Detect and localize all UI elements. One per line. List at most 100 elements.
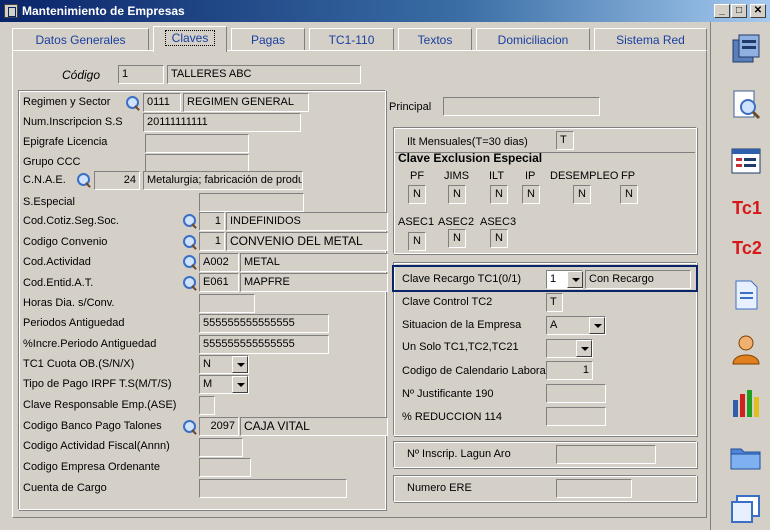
cod-entid-code-field[interactable]: E061 (199, 273, 239, 292)
num-inscripcion-field[interactable]: 20111111111 (143, 113, 301, 132)
tab-textos[interactable]: Textos (398, 28, 472, 51)
document-search-icon[interactable] (729, 88, 763, 122)
tipo-pago-irpf-dropdown-button[interactable] (232, 376, 248, 393)
numero-ere-field[interactable] (556, 479, 632, 498)
asec1-field[interactable]: N (408, 232, 426, 251)
clave-responsable-field[interactable] (199, 396, 215, 415)
cod-entid-desc-field: MAPFRE (240, 273, 388, 292)
asec1-label: ASEC1 (398, 216, 435, 228)
ilt-label: ILT (489, 170, 505, 182)
server-icon[interactable] (729, 32, 763, 66)
codigo-convenio-code-field[interactable]: 1 (199, 232, 225, 251)
clave-responsable-label: Clave Responsable Emp.(ASE) (23, 399, 177, 411)
close-button[interactable]: ✕ (750, 4, 766, 18)
codigo-calendario-label: Codigo de Calendario Laboral (402, 365, 549, 377)
numero-ere-label: Numero ERE (407, 482, 472, 494)
codigo-banco-code-field[interactable]: 2097 (199, 417, 239, 436)
tab-tc1-110[interactable]: TC1-110 (309, 28, 394, 51)
window-title: Mantenimiento de Empresas (22, 4, 185, 18)
clave-control-tc2-label: Clave Control TC2 (402, 296, 493, 308)
regimen-label: Regimen y Sector (23, 96, 111, 108)
s-especial-field[interactable] (199, 193, 304, 212)
cuenta-cargo-field[interactable] (199, 479, 347, 498)
codigo-calendario-field[interactable]: 1 (546, 361, 593, 380)
ilt-mensuales-label: Ilt Mensuales(T=30 dias) (407, 136, 528, 148)
ip-label: IP (525, 170, 536, 182)
ilt-mensuales-field[interactable]: T (556, 131, 574, 150)
ilt-field[interactable]: N (490, 185, 508, 204)
epigrafe-field[interactable] (145, 134, 249, 153)
n-inscrip-lagun-label: Nº Inscrip. Lagun Aro (407, 448, 511, 460)
tipo-pago-irpf-label: Tipo de Pago IRPF T.S(M/T/S) (23, 378, 172, 390)
codigo-field[interactable]: 1 (118, 65, 164, 84)
codigo-act-fiscal-field[interactable] (199, 438, 243, 457)
un-solo-label: Un Solo TC1,TC2,TC21 (402, 341, 519, 353)
desempleo-field[interactable]: N (573, 185, 591, 204)
clave-recargo-dropdown-button[interactable] (567, 271, 583, 288)
cod-cotiz-code-field[interactable]: 1 (199, 212, 225, 231)
cod-actividad-code-field[interactable]: A002 (199, 253, 239, 272)
horas-dia-label: Horas Dia. s/Conv. (23, 297, 115, 309)
side-toolbar: Tc1 Tc2 (710, 22, 770, 530)
tab-bar: Datos Generales Claves Pagas TC1-110 Tex… (12, 26, 707, 52)
principal-field[interactable] (443, 97, 600, 116)
tab-sistema-red[interactable]: Sistema Red (594, 28, 707, 51)
clave-control-tc2-field[interactable]: T (546, 293, 563, 312)
tab-claves[interactable]: Claves (153, 26, 227, 52)
asec3-label: ASEC3 (480, 216, 517, 228)
cod-cotiz-search-icon[interactable] (182, 213, 198, 229)
codigo-convenio-search-icon[interactable] (182, 234, 198, 250)
situacion-dropdown-button[interactable] (589, 317, 605, 334)
tab-domiciliacion[interactable]: Domiciliacion (476, 28, 590, 51)
tab-datos-generales[interactable]: Datos Generales (12, 28, 149, 51)
minimize-button[interactable]: _ (714, 4, 730, 18)
cnae-search-icon[interactable] (76, 172, 92, 188)
n-justificante-field[interactable] (546, 384, 606, 403)
maximize-button[interactable]: □ (731, 4, 747, 18)
user-icon[interactable] (729, 332, 763, 366)
s-especial-label: S.Especial (23, 196, 75, 208)
tc1-button[interactable]: Tc1 (725, 198, 769, 219)
n-inscrip-lagun-field[interactable] (556, 445, 656, 464)
document-icon[interactable] (729, 278, 763, 312)
clave-recargo-label: Clave Recargo TC1(0/1) (402, 273, 522, 285)
cnae-label: C.N.A.E. (23, 174, 66, 186)
ip-field[interactable]: N (522, 185, 540, 204)
cod-entid-label: Cod.Entid.A.T. (23, 277, 94, 289)
codigo-convenio-label: Codigo Convenio (23, 236, 108, 248)
principal-label: Principal (389, 101, 432, 113)
codigo-banco-search-icon[interactable] (182, 419, 198, 435)
regimen-code-field[interactable]: 0111 (143, 93, 181, 112)
fp-label: FP (621, 170, 636, 182)
num-inscripcion-label: Num.Inscripcion S.S (23, 116, 123, 128)
window-icon[interactable] (729, 492, 763, 526)
asec2-label: ASEC2 (438, 216, 475, 228)
codigo-convenio-desc-field: CONVENIO DEL METAL (226, 232, 388, 251)
fp-field[interactable]: N (620, 185, 638, 204)
asec2-field[interactable]: N (448, 229, 466, 248)
bar-chart-icon[interactable] (729, 386, 763, 420)
regimen-search-icon[interactable] (125, 95, 141, 111)
periodos-antiguedad-label: Periodos Antiguedad (23, 317, 125, 329)
periodos-antiguedad-field[interactable]: 555555555555555 (199, 314, 329, 333)
reduccion-field[interactable] (546, 407, 606, 426)
incre-periodo-label: %Incre.Periodo Antiguedad (23, 338, 157, 350)
horas-dia-field[interactable] (199, 294, 255, 313)
tc1-cuota-dropdown-button[interactable] (232, 356, 248, 373)
folder-icon[interactable] (729, 440, 763, 474)
tc2-button[interactable]: Tc2 (725, 238, 769, 259)
jims-field[interactable]: N (448, 185, 466, 204)
cod-actividad-search-icon[interactable] (182, 254, 198, 270)
form-list-icon[interactable] (729, 144, 763, 178)
reduccion-label: % REDUCCION 114 (402, 411, 503, 423)
cod-entid-search-icon[interactable] (182, 275, 198, 291)
codigo-empresa-ordenante-field[interactable] (199, 458, 251, 477)
jims-label: JIMS (444, 170, 470, 182)
codigo-label: Código (62, 68, 101, 82)
tab-pagas[interactable]: Pagas (231, 28, 305, 51)
pf-field[interactable]: N (408, 185, 426, 204)
cnae-code-field[interactable]: 24 (94, 171, 140, 190)
un-solo-dropdown-button[interactable] (576, 340, 592, 357)
asec3-field[interactable]: N (490, 229, 508, 248)
incre-periodo-field[interactable]: 555555555555555 (199, 335, 329, 354)
